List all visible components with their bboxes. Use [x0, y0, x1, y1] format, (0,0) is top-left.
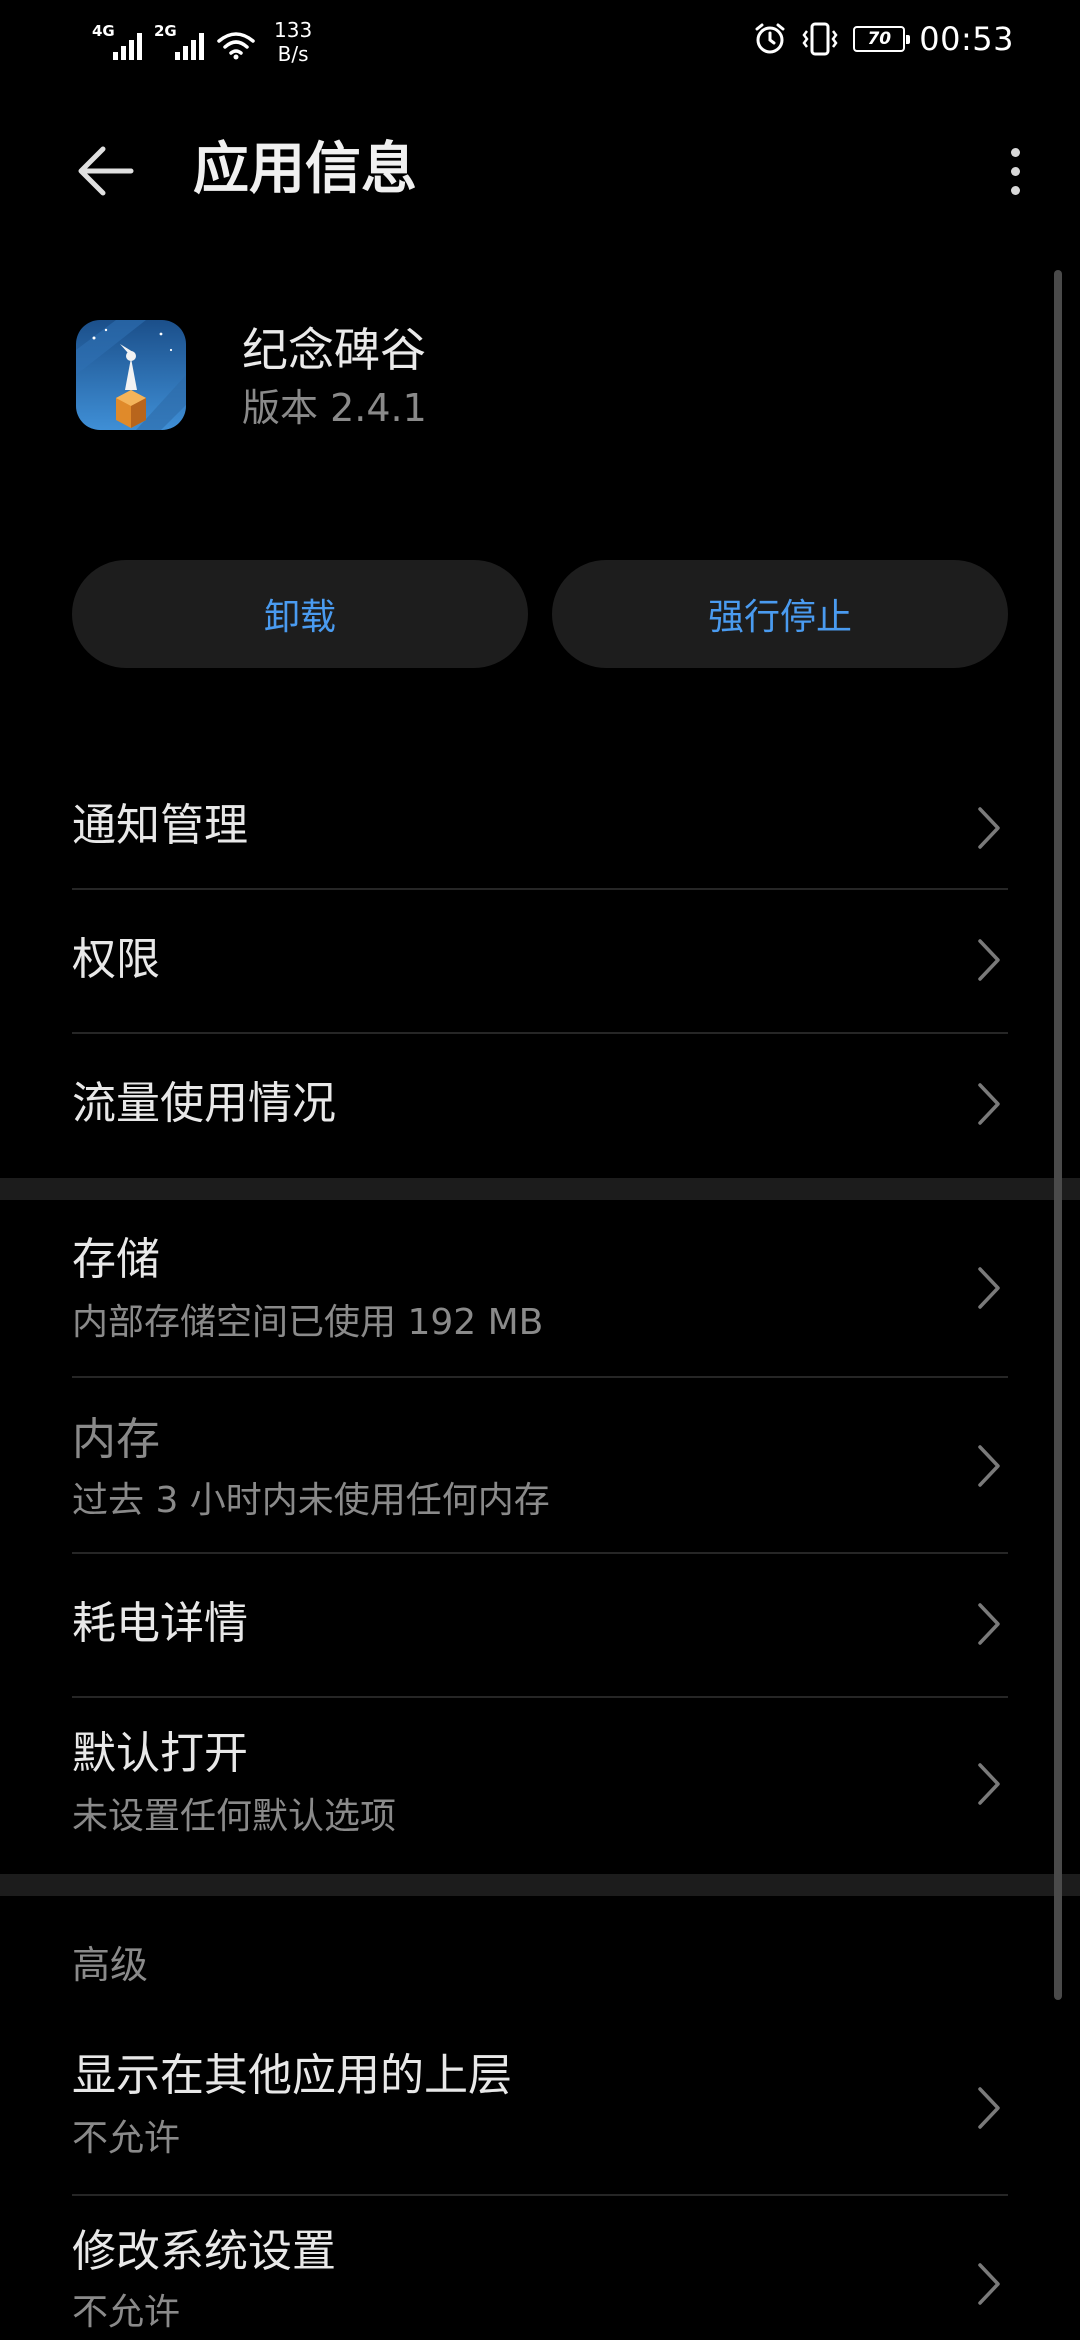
- force-stop-button[interactable]: 强行停止: [552, 560, 1008, 668]
- more-options-button[interactable]: [980, 136, 1050, 206]
- battery-icon: 70: [853, 26, 911, 52]
- list-item-subtitle: 不允许: [72, 2118, 181, 2159]
- app-name: 纪念碑谷: [242, 323, 426, 377]
- list-item-data-usage[interactable]: 流量使用情况: [72, 1034, 1008, 1176]
- wifi-icon: [216, 18, 256, 60]
- app-bar: 应用信息: [0, 110, 1080, 230]
- network-speed-unit: B/s: [277, 42, 309, 66]
- chevron-right-icon: [974, 936, 1004, 984]
- scrollbar[interactable]: [1054, 270, 1062, 2000]
- list-item-display-over-other-apps[interactable]: 显示在其他应用的上层 不允许: [72, 2020, 1008, 2194]
- back-button[interactable]: [70, 136, 140, 206]
- sim1-network-type: 4G: [92, 22, 115, 40]
- app-version: 版本 2.4.1: [242, 386, 427, 430]
- list-item-label: 显示在其他应用的上层: [72, 2050, 512, 2101]
- chevron-right-icon: [974, 1442, 1004, 1490]
- arrow-left-icon: [78, 146, 134, 196]
- list-item-label: 默认打开: [72, 1728, 248, 1779]
- status-right: 70 00:53: [753, 20, 1014, 58]
- vibrate-icon: [801, 21, 839, 57]
- sim1-signal-icon: 4G: [92, 18, 142, 60]
- list-item-label: 耗电详情: [72, 1598, 248, 1649]
- sim2-signal-icon: 2G: [154, 18, 204, 60]
- status-left: 4G 2G 133 B/s: [92, 18, 312, 66]
- list-item-notification-management[interactable]: 通知管理: [72, 770, 1008, 890]
- list-item-label: 内存: [72, 1414, 160, 1465]
- chevron-right-icon: [974, 2260, 1004, 2308]
- list-item-label: 权限: [72, 934, 160, 985]
- list-item-battery-details[interactable]: 耗电详情: [72, 1554, 1008, 1696]
- list-item-label: 存储: [72, 1234, 160, 1285]
- alarm-icon: [753, 22, 787, 56]
- list-item-subtitle: 内部存储空间已使用 192 MB: [72, 1302, 544, 1343]
- app-icon: [76, 320, 186, 430]
- section-header-advanced: 高级: [72, 1943, 149, 1987]
- list-item-memory[interactable]: 内存 过去 3 小时内未使用任何内存: [72, 1378, 1008, 1552]
- list-item-label: 通知管理: [72, 800, 248, 851]
- chevron-right-icon: [974, 1600, 1004, 1648]
- list-item-label: 流量使用情况: [72, 1078, 336, 1129]
- app-header: 纪念碑谷 版本 2.4.1: [76, 320, 976, 440]
- uninstall-button[interactable]: 卸载: [72, 560, 528, 668]
- battery-level: 70: [867, 29, 892, 49]
- list-item-permissions[interactable]: 权限: [72, 890, 1008, 1032]
- list-item-subtitle: 不允许: [72, 2292, 181, 2333]
- sim2-network-type: 2G: [154, 22, 177, 40]
- network-speed-value: 133: [274, 18, 313, 42]
- list-item-label: 修改系统设置: [72, 2226, 336, 2277]
- status-time: 00:53: [919, 20, 1014, 58]
- list-item-subtitle: 过去 3 小时内未使用任何内存: [72, 1480, 550, 1521]
- network-speed: 133 B/s: [274, 18, 312, 66]
- chevron-right-icon: [974, 1080, 1004, 1128]
- status-bar: 4G 2G 133 B/s 70 00:53: [0, 0, 1080, 84]
- more-vertical-icon: [1010, 147, 1020, 157]
- list-item-open-by-default[interactable]: 默认打开 未设置任何默认选项: [72, 1698, 1008, 1872]
- action-buttons: 卸载 强行停止: [72, 560, 1008, 668]
- section-separator: [0, 1874, 1080, 1896]
- chevron-right-icon: [974, 1760, 1004, 1808]
- list-item-storage[interactable]: 存储 内部存储空间已使用 192 MB: [72, 1200, 1008, 1376]
- chevron-right-icon: [974, 804, 1004, 852]
- section-separator: [0, 1178, 1080, 1200]
- page-title: 应用信息: [193, 137, 417, 202]
- chevron-right-icon: [974, 2084, 1004, 2132]
- list-item-modify-system-settings[interactable]: 修改系统设置 不允许: [72, 2196, 1008, 2340]
- chevron-right-icon: [974, 1264, 1004, 1312]
- list-item-subtitle: 未设置任何默认选项: [72, 1796, 397, 1837]
